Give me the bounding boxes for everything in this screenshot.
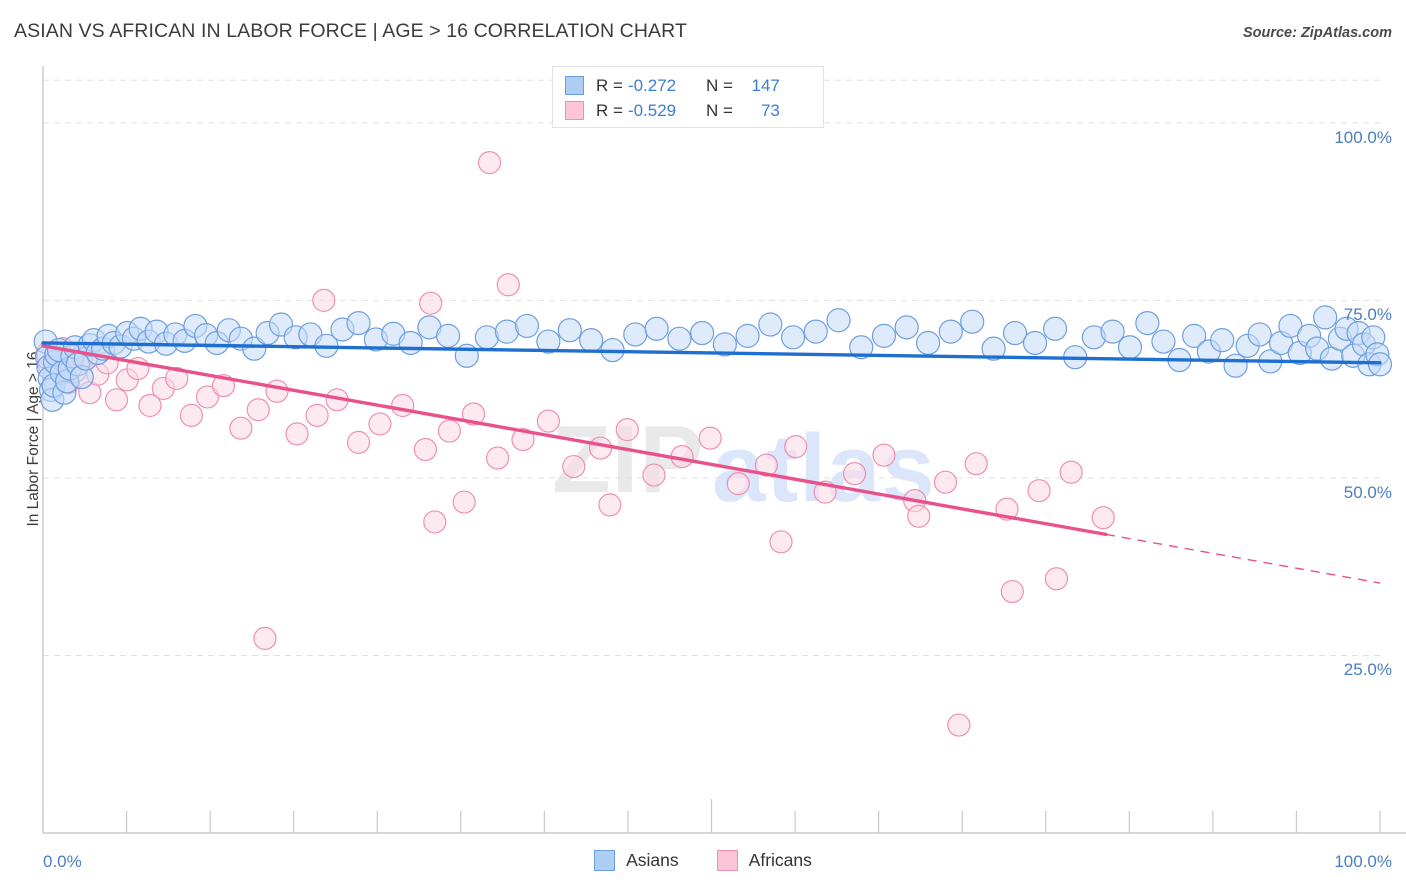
- asians-n-value: 147: [751, 75, 780, 95]
- asians-r-label: R =: [596, 75, 623, 95]
- axis-lines: [42, 66, 1406, 834]
- y-tick-label: 50.0%: [1343, 482, 1392, 502]
- y-tick-label: 100.0%: [1334, 127, 1392, 147]
- asians-r-value: -0.272: [627, 75, 677, 95]
- y-tick-label: 75.0%: [1343, 305, 1392, 325]
- stats-row-africans: R = -0.529 N = 73: [565, 98, 813, 123]
- asians-legend-swatch-icon: [594, 850, 616, 871]
- africans-swatch-icon: [565, 101, 584, 120]
- asians-n-label: N =: [705, 75, 733, 95]
- asians-legend-label: Asians: [626, 850, 679, 870]
- africans-legend-swatch-icon: [716, 850, 738, 871]
- correlation-stats-box: R = -0.272 N = 147 R = -0.529 N = 73: [552, 66, 824, 128]
- africans-r-label: R =: [596, 100, 623, 120]
- africans-n-value: 73: [760, 100, 780, 120]
- africans-r-value: -0.529: [627, 100, 677, 120]
- african-trend-line: [41, 344, 1381, 584]
- asians-swatch-icon: [565, 76, 584, 95]
- chart-legend: Asians Africans: [0, 850, 1406, 871]
- african-data-points: [35, 150, 1115, 737]
- africans-n-label: N =: [705, 100, 733, 120]
- stats-row-asians: R = -0.272 N = 147: [565, 73, 813, 98]
- scatter-plot-canvas: [33, 66, 1406, 834]
- legend-item-asians[interactable]: Asians: [594, 850, 679, 871]
- x-axis-ticks: [42, 799, 1381, 833]
- legend-item-africans[interactable]: Africans: [716, 850, 812, 871]
- chart-root: ASIAN VS AFRICAN IN LABOR FORCE | AGE > …: [0, 0, 1406, 892]
- y-tick-label: 25.0%: [1343, 660, 1392, 680]
- africans-legend-label: Africans: [748, 850, 812, 870]
